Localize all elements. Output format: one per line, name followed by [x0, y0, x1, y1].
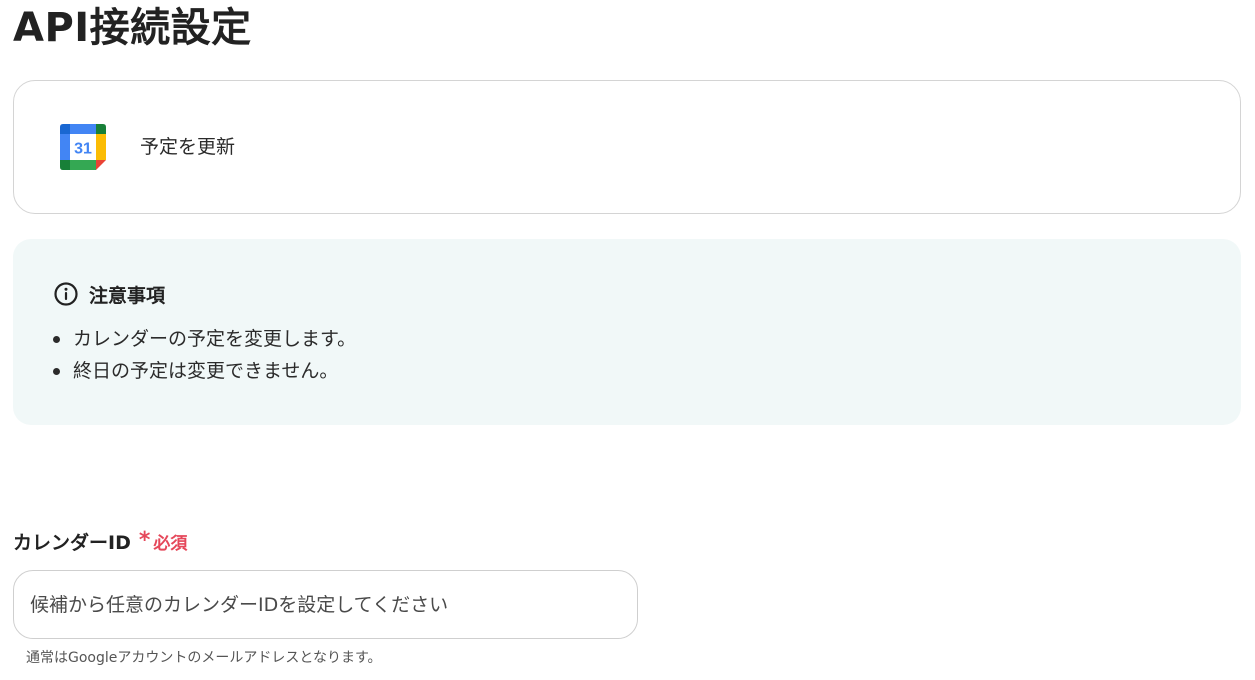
- info-icon: [54, 282, 78, 306]
- calendar-day-number: 31: [74, 141, 92, 158]
- notice-title: 注意事項: [89, 284, 166, 307]
- notice-header: 注意事項: [53, 281, 165, 307]
- required-badge: 必須: [153, 533, 188, 554]
- action-card[interactable]: 31 予定を更新: [13, 80, 1241, 214]
- notice-item: カレンダーの予定を変更します。: [51, 323, 356, 355]
- action-label: 予定を更新: [140, 136, 236, 158]
- required-asterisk: *: [138, 528, 151, 553]
- calendar-id-label-row: カレンダーID * 必須: [13, 526, 187, 556]
- notice-box: 注意事項 カレンダーの予定を変更します。 終日の予定は変更できません。: [13, 239, 1241, 425]
- notice-list: カレンダーの予定を変更します。 終日の予定は変更できません。: [51, 323, 356, 387]
- calendar-id-label: カレンダーID: [13, 531, 131, 554]
- page-title: API接続設定: [13, 5, 252, 51]
- google-calendar-icon: 31: [60, 124, 106, 170]
- calendar-id-help-text: 通常はGoogleアカウントのメールアドレスとなります。: [26, 650, 382, 666]
- api-connection-settings-page: API接続設定 31 予定を更新 注意事項 カレンダーの予定を変更します。 終日…: [0, 0, 1255, 680]
- calendar-id-input[interactable]: [13, 570, 638, 639]
- notice-item: 終日の予定は変更できません。: [51, 355, 356, 387]
